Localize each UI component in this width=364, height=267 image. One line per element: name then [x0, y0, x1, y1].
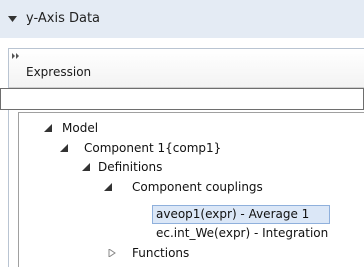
y-axis-data-section-header[interactable]: y-Axis Data	[0, 0, 364, 38]
expression-input[interactable]	[0, 88, 364, 110]
tree-node-label: aveop1(expr) - Average 1	[156, 207, 310, 221]
column-grip-icon	[12, 53, 19, 59]
expanded-arrow-icon[interactable]	[104, 183, 112, 191]
section-title: y-Axis Data	[26, 11, 101, 26]
collapsed-arrow-icon[interactable]	[108, 249, 116, 257]
tree-node-label: Component couplings	[132, 180, 263, 194]
expanded-arrow-icon[interactable]	[82, 163, 90, 171]
tree-node-label: Model	[62, 121, 99, 135]
expanded-arrow-icon[interactable]	[60, 144, 68, 152]
tree-node-label: Functions	[132, 246, 190, 260]
expanded-arrow-icon[interactable]	[44, 124, 52, 132]
collapse-arrow-icon[interactable]	[8, 15, 17, 24]
tree-node-label: Component 1{comp1}	[84, 141, 222, 155]
expression-column-header[interactable]: Expression	[9, 49, 364, 88]
tree-node-label: ec.int_We(expr) - Integration	[156, 226, 329, 240]
column-header-label: Expression	[26, 65, 92, 79]
tree-node-label: Definitions	[98, 160, 163, 174]
